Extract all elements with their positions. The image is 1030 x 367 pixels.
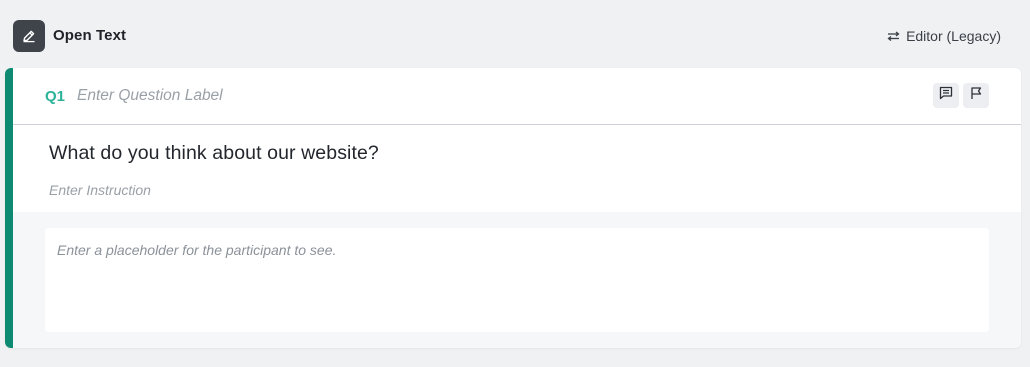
- question-label-input[interactable]: [77, 84, 677, 108]
- question-type-header: Open Text Editor (Legacy): [13, 20, 1030, 52]
- instruction-input[interactable]: [49, 180, 749, 200]
- swap-arrows-icon: [887, 28, 900, 44]
- question-card: Q1 What do you think about our website?: [5, 68, 1021, 348]
- question-type-title: Open Text: [53, 27, 127, 44]
- question-text[interactable]: What do you think about our website?: [49, 142, 379, 165]
- comment-icon: [939, 86, 953, 105]
- editor-legacy-toggle[interactable]: Editor (Legacy): [887, 28, 1001, 44]
- editor-legacy-label: Editor (Legacy): [906, 28, 1001, 44]
- answer-preview-area: [13, 212, 1021, 348]
- flag-icon: [969, 86, 983, 105]
- pencil-icon: [13, 20, 45, 52]
- question-number: Q1: [45, 88, 66, 105]
- answer-placeholder-input[interactable]: [45, 228, 989, 332]
- question-card-header: Q1: [13, 68, 1021, 125]
- card-accent-bar: [5, 68, 13, 348]
- flag-button[interactable]: [963, 83, 989, 108]
- comment-button[interactable]: [933, 83, 959, 108]
